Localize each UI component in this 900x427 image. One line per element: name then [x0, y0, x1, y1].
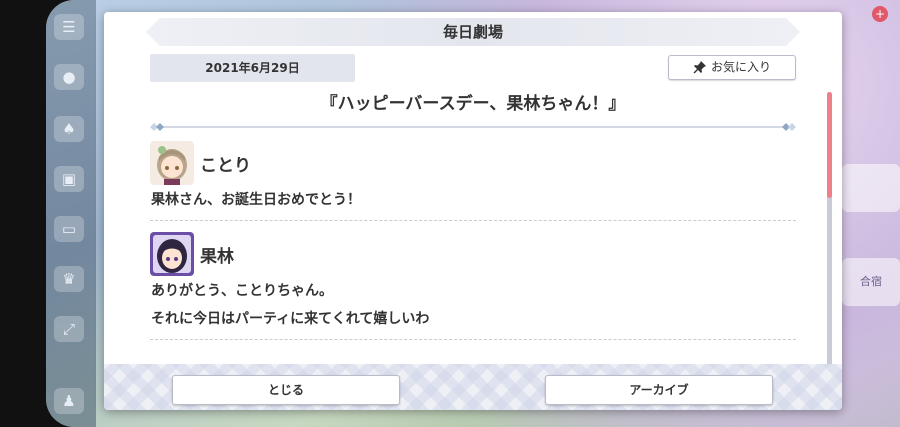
- shirt-icon[interactable]: ♠: [54, 116, 84, 142]
- monitor-icon[interactable]: ▭: [54, 216, 84, 242]
- menu-icon[interactable]: ☰: [54, 14, 84, 40]
- message-line: 果林さん、お誕生日おめでとう！: [151, 192, 361, 208]
- daily-theater-dialog: 毎日劇場 2021年6月29日 お気に入り 『ハッピーバースデー、果林ちゃん！』: [104, 12, 842, 410]
- favorite-button[interactable]: お気に入り: [668, 55, 796, 80]
- close-button[interactable]: とじる: [172, 375, 400, 405]
- chat-icon[interactable]: ●: [54, 64, 84, 90]
- fullscreen-icon[interactable]: ⤢: [54, 316, 84, 342]
- gift-icon[interactable]: ▣: [54, 166, 84, 192]
- side-building-icon: [842, 164, 900, 212]
- speaker-name: ことり: [200, 155, 251, 176]
- message-item: 果林 ありがとう、ことりちゃん。 それに今日はパーティに来てくれて嬉しいわ: [150, 231, 796, 340]
- pin-icon: [693, 61, 706, 74]
- message-item: ことり 果林さん、お誕生日おめでとう！: [150, 140, 796, 221]
- archive-button[interactable]: アーカイブ: [545, 375, 773, 405]
- trophy-icon[interactable]: ♛: [54, 266, 84, 292]
- speaker-name: 果林: [200, 246, 234, 267]
- person-icon[interactable]: ♟: [54, 388, 84, 414]
- side-label-camp[interactable]: 合宿: [842, 258, 900, 306]
- scrollbar-thumb[interactable]: [827, 92, 832, 198]
- episode-title: 『ハッピーバースデー、果林ちゃん！』: [320, 94, 626, 114]
- message-line: それに今日はパーティに来てくれて嬉しいわ: [151, 311, 430, 327]
- message-divider: [150, 339, 796, 340]
- message-list[interactable]: ことり 果林さん、お誕生日おめでとう！ 果林 ありがとう、ことりちゃん。 それに…: [150, 140, 796, 372]
- message-line: ありがとう、ことりちゃん。: [151, 283, 333, 299]
- title-divider: [150, 123, 796, 131]
- avatar-karin: [150, 232, 194, 276]
- episode-date: 2021年6月29日: [150, 54, 355, 82]
- message-divider: [150, 220, 796, 221]
- avatar-kotori: [150, 141, 194, 185]
- scrollbar[interactable]: [827, 92, 832, 368]
- notification-badge-icon[interactable]: +: [872, 6, 888, 22]
- favorite-label: お気に入り: [710, 60, 771, 74]
- dialog-title: 毎日劇場: [146, 18, 800, 46]
